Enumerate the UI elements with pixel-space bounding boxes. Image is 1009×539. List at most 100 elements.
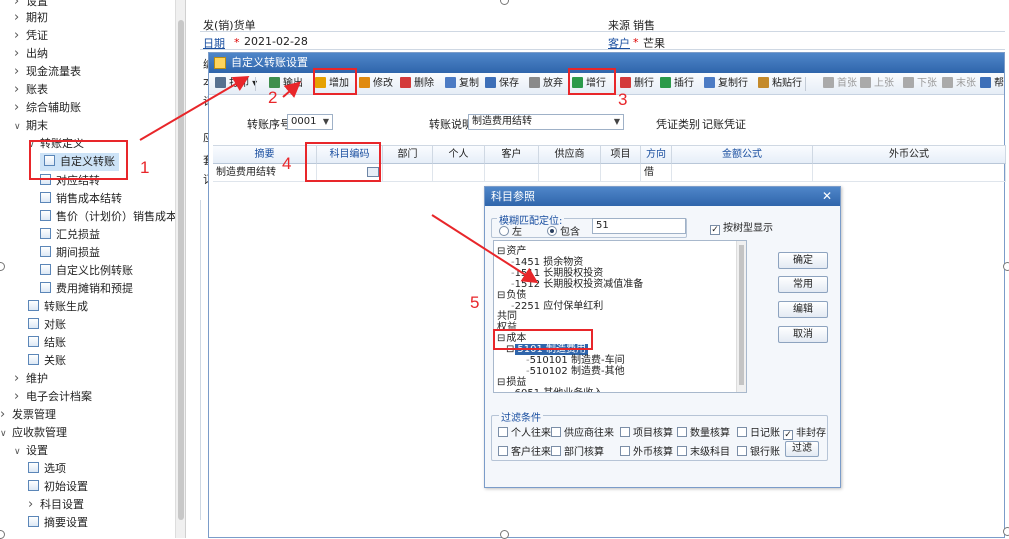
dialog-button[interactable]: 确定 bbox=[778, 252, 828, 269]
filter-checkbox[interactable]: ✓ 非封存 bbox=[783, 424, 826, 440]
nav-item[interactable]: 对应结转 bbox=[40, 172, 100, 190]
column-header[interactable]: 项目 bbox=[601, 145, 641, 164]
filter-checkbox[interactable]: 银行账 bbox=[737, 443, 780, 458]
filter-button[interactable]: 过滤 bbox=[785, 441, 819, 457]
nav-item[interactable]: 结账 bbox=[28, 334, 66, 352]
toolbar-button[interactable]: 首张 bbox=[823, 76, 857, 92]
nav-item[interactable]: 售价（计划价）销售成本结 bbox=[40, 208, 185, 226]
nav-item[interactable]: 自定义转账 bbox=[40, 153, 119, 171]
nav-item[interactable]: 初始设置 bbox=[28, 478, 88, 496]
desc-select[interactable]: 制造费用结转 ▼ bbox=[468, 114, 624, 130]
toolbar-button[interactable]: 删行 bbox=[620, 76, 654, 92]
nav-item[interactable]: 转账生成 bbox=[28, 298, 88, 316]
nav-item[interactable]: 汇兑损益 bbox=[40, 226, 100, 244]
nav-item[interactable]: › 科目设置 bbox=[28, 496, 84, 514]
nav-item[interactable]: 对账 bbox=[28, 316, 66, 334]
dialog-button[interactable]: 编辑 bbox=[778, 301, 828, 318]
tree-node[interactable]: -2251 应付保单红利 bbox=[511, 301, 603, 313]
grid-cell-account[interactable] bbox=[317, 164, 383, 182]
column-header[interactable]: 金额公式 bbox=[672, 145, 813, 164]
collapse-icon[interactable]: ⊟ bbox=[506, 344, 514, 355]
collapse-icon[interactable]: ⊟ bbox=[497, 246, 505, 257]
grid-cell-person[interactable] bbox=[433, 164, 485, 182]
column-header[interactable]: 个人 bbox=[433, 145, 485, 164]
nav-item[interactable]: › 期初 bbox=[14, 9, 48, 27]
column-header[interactable]: 部门 bbox=[383, 145, 433, 164]
nav-item[interactable]: 自定义比例转账 bbox=[40, 262, 133, 280]
nav-item[interactable]: 费用摊销和预提 bbox=[40, 280, 133, 298]
toolbar-button[interactable]: 修改 bbox=[359, 76, 393, 92]
grid-cell-fx-formula[interactable] bbox=[813, 164, 1006, 182]
column-header[interactable]: 客户 bbox=[485, 145, 539, 164]
column-header[interactable]: 摘要 bbox=[213, 145, 317, 164]
grid-cell-direction[interactable]: 借 bbox=[641, 164, 672, 182]
grid-cell-summary[interactable]: 制造费用结转 bbox=[213, 164, 317, 182]
collapse-icon[interactable]: ⊟ bbox=[497, 377, 505, 388]
grid-cell-amount-formula[interactable] bbox=[672, 164, 813, 182]
toolbar-button[interactable]: 删除 bbox=[400, 76, 434, 92]
grid-cell-customer[interactable] bbox=[485, 164, 539, 182]
filter-checkbox[interactable]: 客户往来 bbox=[498, 443, 551, 458]
grid-cell-supplier[interactable] bbox=[539, 164, 601, 182]
nav-item[interactable]: › 发票管理 bbox=[0, 406, 56, 424]
filter-checkbox[interactable]: 外币核算 bbox=[620, 443, 673, 458]
reference-lookup-icon[interactable] bbox=[367, 167, 379, 177]
nav-item[interactable]: › 维护 bbox=[14, 370, 48, 388]
toolbar-button[interactable]: 下张 bbox=[903, 76, 937, 92]
toolbar-button[interactable]: 放弃 bbox=[529, 76, 563, 92]
nav-item[interactable]: 选项 bbox=[28, 460, 66, 478]
nav-item[interactable]: 关账 bbox=[28, 352, 66, 370]
toolbar-button[interactable]: 输出 bbox=[269, 76, 303, 92]
collapse-icon[interactable]: ⊟ bbox=[497, 290, 505, 301]
close-icon[interactable]: ✕ bbox=[822, 187, 832, 206]
filter-checkbox[interactable]: 个人往来 bbox=[498, 424, 551, 439]
dialog-button[interactable]: 取消 bbox=[778, 326, 828, 343]
tree-node[interactable]: -6051 其他业务收入 bbox=[511, 388, 603, 392]
tree-node[interactable]: -1512 长期股权投资减值准备 bbox=[511, 279, 643, 291]
tree-node[interactable]: -510102 制造费-其他 bbox=[526, 366, 625, 378]
grid-cell-dept[interactable] bbox=[383, 164, 433, 182]
column-header[interactable]: 供应商 bbox=[539, 145, 601, 164]
nav-item[interactable]: › 出纳 bbox=[14, 45, 48, 63]
nav-item[interactable]: › 电子会计档案 bbox=[14, 388, 92, 406]
collapse-icon[interactable]: ⊟ bbox=[497, 333, 505, 344]
tree-scrollbar[interactable] bbox=[736, 241, 746, 392]
nav-item[interactable]: ∨ 应收款管理 bbox=[0, 424, 67, 442]
toolbar-button[interactable]: 打印 ▾ bbox=[215, 76, 257, 92]
column-header[interactable]: 方向 bbox=[641, 145, 672, 164]
filter-checkbox[interactable]: 数量核算 bbox=[677, 424, 730, 439]
serial-select[interactable]: 0001 ▼ bbox=[287, 114, 333, 130]
toolbar-button[interactable]: 复制 bbox=[445, 76, 479, 92]
grid-cell-project[interactable] bbox=[601, 164, 641, 182]
voucher-type-value[interactable]: 记账凭证 bbox=[702, 116, 746, 132]
date-value[interactable]: 2021-02-28 bbox=[244, 35, 308, 48]
dialog-title-bar[interactable]: 科目参照 bbox=[485, 187, 840, 206]
nav-item[interactable]: › 综合辅助账 bbox=[14, 99, 81, 117]
nav-scrollbar[interactable] bbox=[175, 0, 185, 538]
nav-item[interactable]: › 凭证 bbox=[14, 27, 48, 45]
filter-checkbox[interactable]: 供应商往来 bbox=[551, 424, 614, 439]
nav-item[interactable]: › 账表 bbox=[14, 81, 48, 99]
nav-item[interactable]: 摘要设置 bbox=[28, 514, 88, 532]
nav-item[interactable]: 销售成本结转 bbox=[40, 190, 122, 208]
radio-contains[interactable]: 包含 bbox=[547, 223, 580, 238]
nav-item[interactable]: ∨ 设置 bbox=[14, 442, 48, 460]
nav-item[interactable]: › 现金流量表 bbox=[14, 63, 81, 81]
dialog-button[interactable]: 常用 bbox=[778, 276, 828, 293]
toolbar-button[interactable]: 末张 bbox=[942, 76, 976, 92]
toolbar-button[interactable]: 粘贴行 bbox=[758, 76, 802, 92]
tree-display-checkbox[interactable]: ✓ 按树型显示 bbox=[710, 219, 773, 235]
toolbar-button[interactable]: 上张 bbox=[860, 76, 894, 92]
toolbar-button[interactable]: 复制行 bbox=[704, 76, 748, 92]
column-header[interactable]: 外币公式 bbox=[813, 145, 1006, 164]
search-input[interactable]: 51 bbox=[592, 218, 686, 234]
column-header[interactable]: 科目编码 bbox=[317, 145, 383, 164]
filter-checkbox[interactable]: 日记账 bbox=[737, 424, 780, 439]
nav-item[interactable]: ∨ 期末 bbox=[14, 117, 48, 135]
radio-left[interactable]: 左 bbox=[499, 223, 522, 238]
filter-checkbox[interactable]: 末级科目 bbox=[677, 443, 730, 458]
toolbar-button[interactable]: 增加 bbox=[315, 76, 349, 92]
dialog-title-bar[interactable]: 自定义转账设置 bbox=[209, 53, 1004, 73]
toolbar-button[interactable]: 帮 bbox=[980, 76, 1004, 92]
toolbar-button[interactable]: 插行 bbox=[660, 76, 694, 92]
